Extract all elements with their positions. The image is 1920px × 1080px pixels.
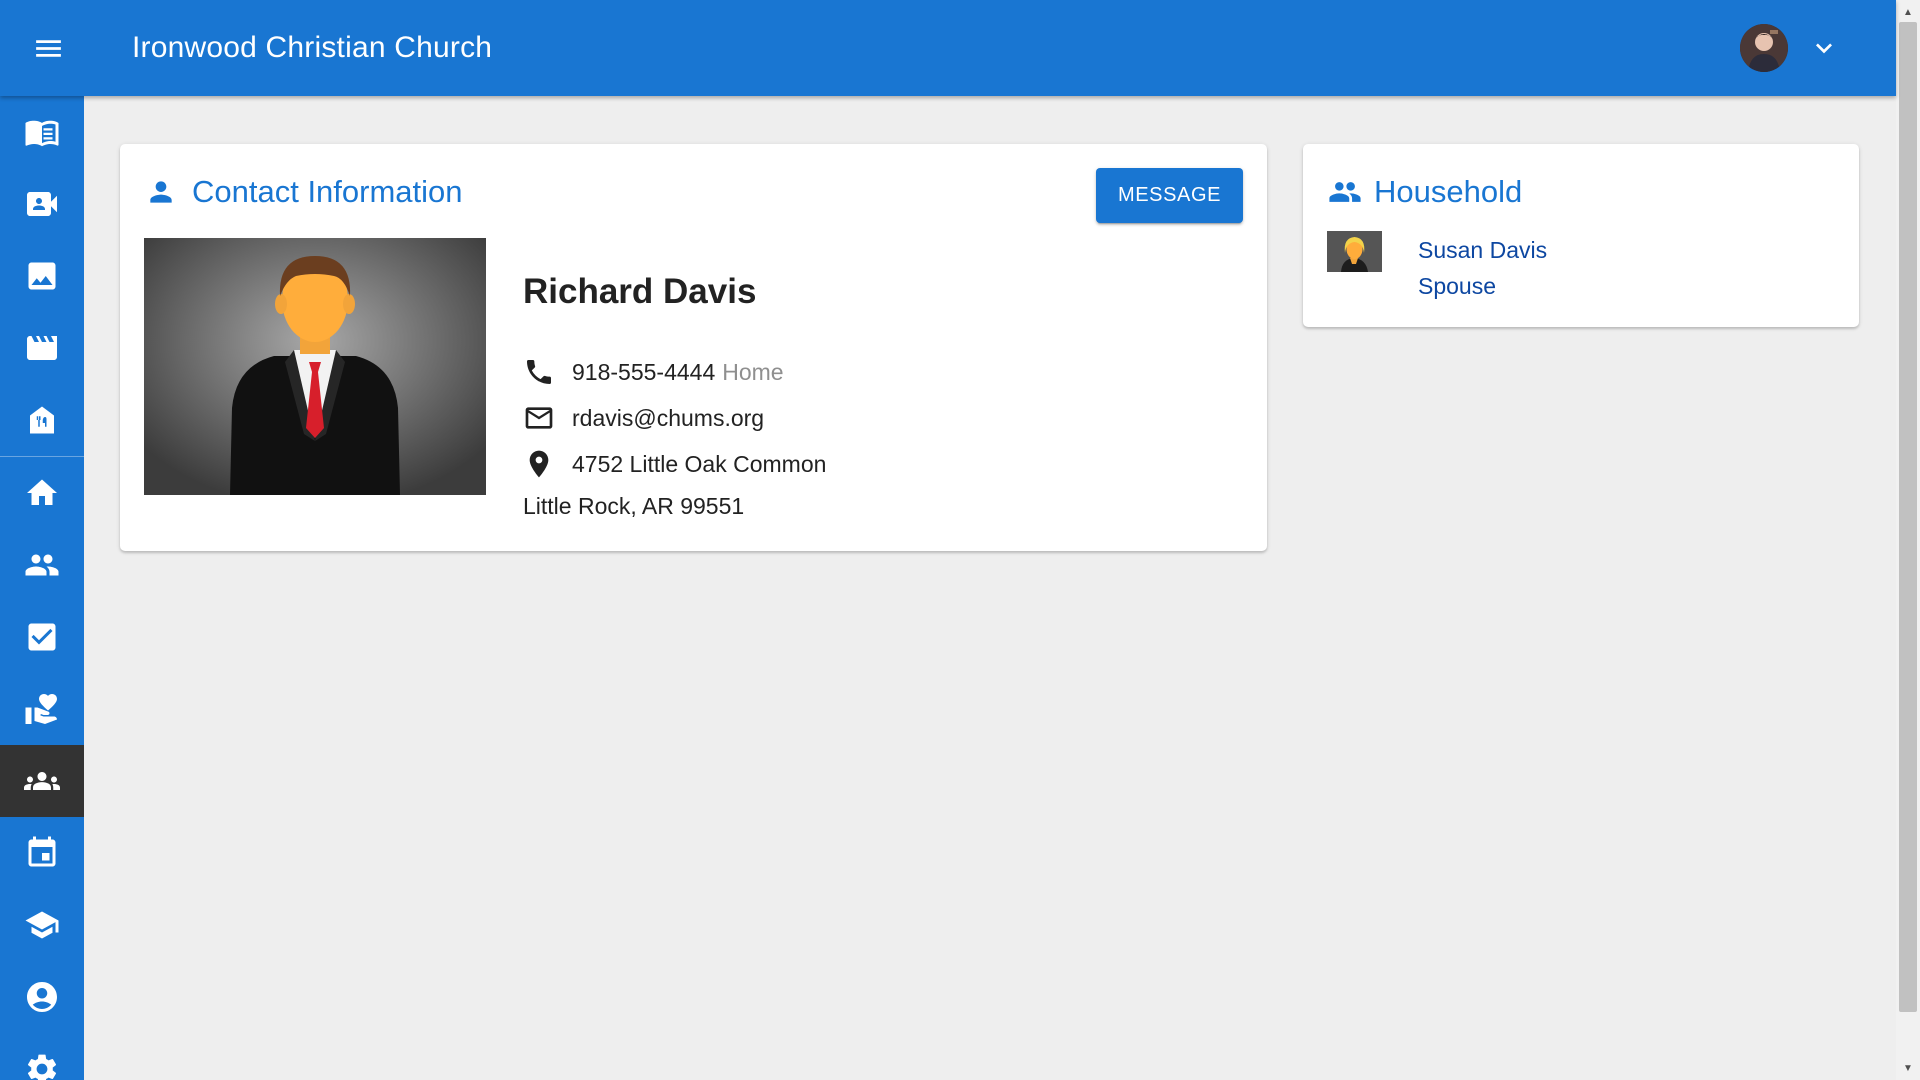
movie-icon: [27, 336, 57, 360]
scroll-up-arrow-icon[interactable]: ▲: [1896, 2, 1920, 22]
calendar-icon: [28, 836, 56, 867]
people-icon: [25, 554, 59, 576]
contact-card-title: Contact Information: [192, 174, 463, 209]
school-icon: [25, 911, 59, 939]
contact-name: Richard Davis: [523, 272, 757, 311]
settings-icon: [27, 1054, 57, 1080]
menu-icon[interactable]: [0, 0, 96, 96]
phone-number[interactable]: 918-555-4444: [572, 359, 715, 386]
church-icon: [30, 406, 54, 434]
donation-icon: [25, 694, 57, 724]
message-button[interactable]: MESSAGE: [1096, 168, 1243, 223]
sidebar-item-school[interactable]: [0, 889, 84, 961]
sidebar-item-groups[interactable]: [0, 745, 84, 817]
household-member-role[interactable]: Spouse: [1418, 268, 1547, 304]
groups-icon: [24, 772, 60, 790]
address-line-1: 4752 Little Oak Common: [572, 450, 827, 477]
email-row: rdavis@chums.org: [523, 402, 764, 434]
sidebar-item-account[interactable]: [0, 961, 84, 1033]
people-icon: [1329, 182, 1361, 202]
sidebar-item-church[interactable]: [0, 384, 84, 456]
email-address[interactable]: rdavis@chums.org: [572, 405, 764, 432]
phone-icon: [523, 356, 572, 388]
person-icon: [150, 181, 172, 203]
household-card-title: Household: [1374, 174, 1523, 209]
user-menu[interactable]: [1740, 0, 1840, 96]
home-icon: [27, 479, 57, 505]
household-card-header: Household: [1328, 174, 1522, 210]
chevron-down-icon[interactable]: [1808, 32, 1840, 64]
video-icon: [27, 192, 57, 216]
phone-type: Home: [722, 358, 784, 385]
page-scrollbar[interactable]: ▲ ▼: [1896, 0, 1920, 1080]
sidebar-item-attendance[interactable]: [0, 601, 84, 673]
address-line-2: Little Rock, AR 99551: [523, 493, 745, 519]
sidebar-item-video[interactable]: [0, 168, 84, 240]
sidebar-item-settings[interactable]: [0, 1033, 84, 1080]
bible-icon: [25, 120, 59, 147]
household-card: Household Susan Davis Spouse: [1303, 144, 1859, 327]
scroll-down-arrow-icon[interactable]: ▼: [1896, 1058, 1920, 1078]
contact-card: Contact Information MESSAGE Richard Davi…: [120, 144, 1267, 551]
checkbox-icon: [28, 623, 56, 651]
app-bar: Ironwood Christian Church: [0, 0, 1896, 96]
household-member-name[interactable]: Susan Davis: [1418, 232, 1547, 268]
mail-icon: [523, 402, 572, 434]
phone-row: 918-555-4444 Home: [523, 356, 784, 388]
sidebar-item-people[interactable]: [0, 529, 84, 601]
sidebar-item-bible[interactable]: [0, 96, 84, 168]
account-circle-icon: [27, 982, 57, 1012]
sidebar-nav: [0, 96, 84, 1080]
app-title: Ironwood Christian Church: [132, 31, 493, 64]
sidebar-item-donations[interactable]: [0, 673, 84, 745]
contact-card-header: Contact Information: [145, 174, 463, 210]
sidebar-item-images[interactable]: [0, 240, 84, 312]
scroll-thumb[interactable]: [1899, 22, 1917, 1012]
sidebar-item-calendar[interactable]: [0, 817, 84, 889]
sidebar-item-home[interactable]: [0, 457, 84, 529]
address-row: 4752 Little Oak Common: [523, 448, 826, 480]
sidebar-item-movies[interactable]: [0, 312, 84, 384]
image-icon: [28, 262, 56, 290]
user-avatar[interactable]: [1740, 24, 1788, 72]
contact-photo: [144, 238, 486, 495]
household-member[interactable]: Susan Davis Spouse: [1327, 231, 1547, 304]
location-pin-icon: [523, 448, 572, 480]
household-member-photo[interactable]: [1327, 231, 1382, 272]
